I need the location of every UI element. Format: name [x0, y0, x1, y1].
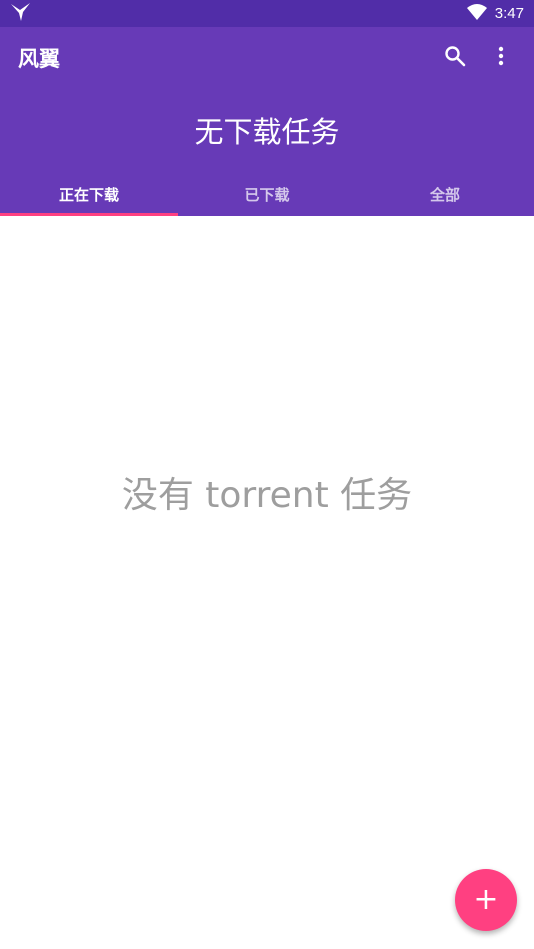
more-options-button[interactable] [478, 35, 524, 81]
status-time: 3:47 [494, 5, 524, 22]
app-title: 风翼 [18, 47, 60, 71]
wifi-icon [466, 3, 487, 24]
add-icon: + [473, 882, 499, 917]
status-bar: 3:47 [0, 0, 534, 27]
add-torrent-fab[interactable]: + [455, 869, 517, 931]
tab-bar: 正在下载 已下载 全部 [0, 172, 534, 216]
status-right: 3:47 [466, 3, 524, 24]
search-icon [444, 45, 466, 71]
toolbar-actions [432, 35, 524, 81]
tab-all[interactable]: 全部 [356, 172, 534, 216]
more-vert-icon [498, 46, 504, 70]
torrent-list-content: 没有 torrent 任务 [0, 216, 534, 949]
tab-downloading[interactable]: 正在下载 [0, 172, 178, 216]
empty-state-message: 没有 torrent 任务 [121, 475, 413, 516]
toolbar: 风翼 [0, 27, 534, 89]
tab-downloaded[interactable]: 已下载 [178, 172, 356, 216]
bird-notification-icon [10, 2, 32, 26]
app-bar: 风翼 无下载任务 正在下载 已下载 全部 [0, 27, 534, 216]
header-title: 无下载任务 [194, 115, 340, 149]
search-button[interactable] [432, 35, 478, 81]
status-left [10, 2, 32, 26]
